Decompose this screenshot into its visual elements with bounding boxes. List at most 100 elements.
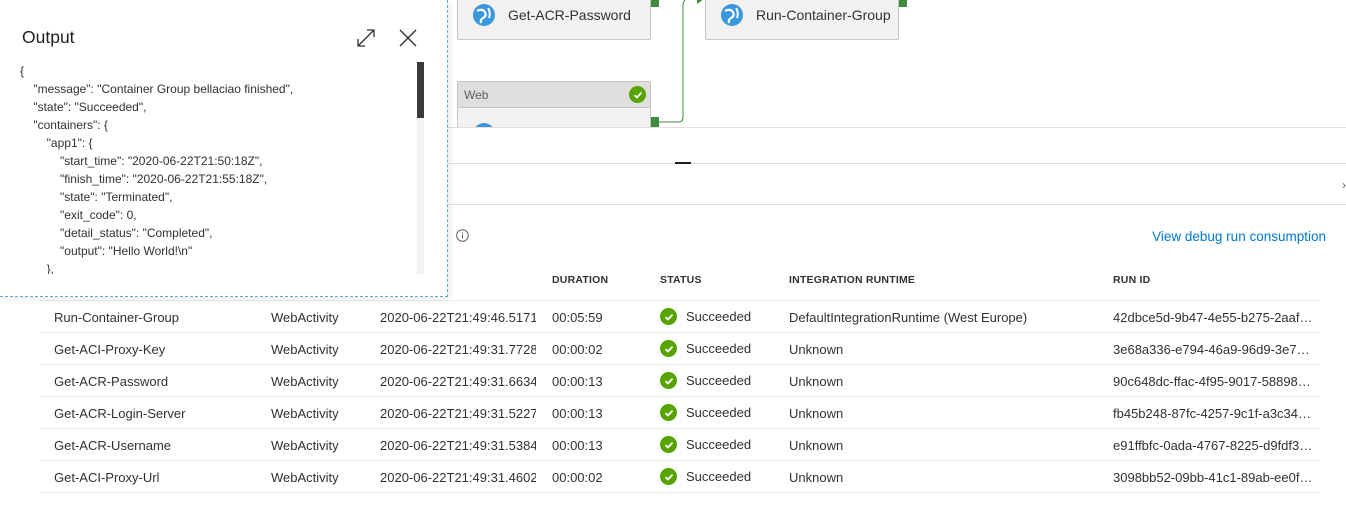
status-cell: Succeeded xyxy=(660,436,780,453)
output-flyout: Output { "message": "Container Group bel… xyxy=(0,0,448,297)
output-port[interactable] xyxy=(651,117,659,127)
table-row[interactable]: Get-ACR-Password WebActivity 2020-06-22T… xyxy=(40,365,1320,397)
activity-name[interactable]: Get-ACI-Proxy-Key xyxy=(54,342,254,357)
success-check-icon xyxy=(660,468,677,485)
json-line: "containers": { xyxy=(20,118,108,132)
activity-type: WebActivity xyxy=(271,406,339,421)
activity-run-container-group[interactable]: Run-Container-Group xyxy=(705,0,899,40)
status-cell: Succeeded xyxy=(660,468,780,485)
json-line: "finish_time": "2020-06-22T21:55:18Z", xyxy=(20,172,268,186)
run-start: 2020-06-22T21:49:31.66343 xyxy=(380,374,536,389)
activity-name[interactable]: Get-ACR-Username xyxy=(54,438,254,453)
json-line: "state": "Succeeded", xyxy=(20,100,147,114)
chevron-right-icon[interactable]: › xyxy=(1342,178,1346,192)
integration-runtime: DefaultIntegrationRuntime (West Europe) xyxy=(789,310,1028,325)
table-row[interactable]: Get-ACR-Login-Server WebActivity 2020-06… xyxy=(40,397,1320,429)
run-start: 2020-06-22T21:49:31.46029 xyxy=(380,470,536,485)
column-header-run-id[interactable]: RUN ID xyxy=(1113,274,1150,286)
run-id: 3098bb52-09bb-41c1-89ab-ee0f… xyxy=(1113,470,1313,485)
web-globe-icon xyxy=(721,4,743,26)
status-cell: Succeeded xyxy=(660,340,780,357)
success-check-icon xyxy=(629,86,646,103)
close-icon[interactable] xyxy=(397,27,419,49)
output-json-viewer[interactable]: { "message": "Container Group bellaciao … xyxy=(20,62,415,274)
column-header-status[interactable]: STATUS xyxy=(660,274,702,286)
integration-runtime: Unknown xyxy=(789,406,844,421)
activity-type: WebActivity xyxy=(271,342,339,357)
duration: 00:00:13 xyxy=(552,438,603,453)
status-cell: Succeeded xyxy=(660,404,780,421)
json-line: "detail_status": "Completed", xyxy=(20,226,213,240)
run-id: 3e68a336-e794-46a9-96d9-3e71… xyxy=(1113,342,1313,357)
table-row[interactable]: Get-ACR-Username WebActivity 2020-06-22T… xyxy=(40,429,1320,461)
info-icon[interactable] xyxy=(456,229,469,242)
activity-header: Web xyxy=(458,82,650,108)
column-header-integration-runtime[interactable]: INTEGRATION RUNTIME xyxy=(789,274,915,286)
status-text: Succeeded xyxy=(686,437,752,452)
activity-type-label: Web xyxy=(464,87,489,102)
web-globe-icon xyxy=(473,4,495,26)
view-debug-run-consumption-link[interactable]: View debug run consumption xyxy=(1152,229,1326,244)
table-row[interactable]: Run-Container-Group WebActivity 2020-06-… xyxy=(40,301,1320,333)
json-line: "app1": { xyxy=(20,136,93,150)
activity-name[interactable]: Run-Container-Group xyxy=(54,310,254,325)
success-check-icon xyxy=(660,340,677,357)
flyout-title: Output xyxy=(22,27,75,47)
table-row[interactable]: Get-ACI-Proxy-Url WebActivity 2020-06-22… xyxy=(40,461,1320,493)
output-port[interactable] xyxy=(899,0,907,7)
success-check-icon xyxy=(660,372,677,389)
json-line: "state": "Terminated", xyxy=(20,190,173,204)
integration-runtime: Unknown xyxy=(789,342,844,357)
run-start: 2020-06-22T21:49:46.51717 xyxy=(380,310,536,325)
run-start: 2020-06-22T21:49:31.53843 xyxy=(380,438,536,453)
column-header-duration[interactable]: DURATION xyxy=(552,274,608,286)
duration: 00:00:13 xyxy=(552,374,603,389)
activity-name[interactable]: Get-ACR-Password xyxy=(54,374,254,389)
activity-type: WebActivity xyxy=(271,470,339,485)
duration: 00:00:02 xyxy=(552,470,603,485)
activity-type: WebActivity xyxy=(271,310,339,325)
activity-type: WebActivity xyxy=(271,438,339,453)
status-text: Succeeded xyxy=(686,469,752,484)
output-port[interactable] xyxy=(651,0,659,7)
run-id: 42dbce5d-9b47-4e55-b275-2aaf… xyxy=(1113,310,1313,325)
activity-get-acr-password[interactable]: Get-ACR-Password xyxy=(457,0,651,40)
duration: 00:05:59 xyxy=(552,310,603,325)
status-text: Succeeded xyxy=(686,405,752,420)
status-text: Succeeded xyxy=(686,373,752,388)
activity-label: Run-Container-Group xyxy=(756,7,891,23)
run-id: e91ffbfc-0ada-4767-8225-d9fdf3… xyxy=(1113,438,1313,453)
json-line: { xyxy=(20,64,25,78)
expand-icon[interactable] xyxy=(355,27,377,49)
json-line: "output": "Hello World!\n" xyxy=(20,244,193,258)
activity-name[interactable]: Get-ACI-Proxy-Url xyxy=(54,470,254,485)
status-cell: Succeeded xyxy=(660,308,780,325)
success-check-icon xyxy=(660,404,677,421)
activity-label: Get-ACR-Password xyxy=(508,7,631,23)
status-text: Succeeded xyxy=(686,309,752,324)
activity-type: WebActivity xyxy=(271,374,339,389)
success-check-icon xyxy=(660,436,677,453)
run-start: 2020-06-22T21:49:31.77280 xyxy=(380,342,536,357)
success-check-icon xyxy=(660,308,677,325)
integration-runtime: Unknown xyxy=(789,374,844,389)
json-line: "message": "Container Group bellaciao fi… xyxy=(20,82,294,96)
activity-web[interactable]: Web xyxy=(457,81,651,127)
integration-runtime: Unknown xyxy=(789,470,844,485)
json-line: }, xyxy=(20,262,55,274)
duration: 00:00:13 xyxy=(552,406,603,421)
integration-runtime: Unknown xyxy=(789,438,844,453)
scrollbar-track[interactable] xyxy=(417,62,424,274)
table-row[interactable]: Get-ACI-Proxy-Key WebActivity 2020-06-22… xyxy=(40,333,1320,365)
json-line: "exit_code": 0, xyxy=(20,208,137,222)
run-id: 90c648dc-ffac-4f95-9017-58898… xyxy=(1113,374,1311,389)
json-line: "start_time": "2020-06-22T21:50:18Z", xyxy=(20,154,263,168)
duration: 00:00:02 xyxy=(552,342,603,357)
scrollbar-thumb[interactable] xyxy=(417,62,424,118)
run-start: 2020-06-22T21:49:31.52279 xyxy=(380,406,536,421)
connector-arrow-icon xyxy=(697,0,704,4)
status-cell: Succeeded xyxy=(660,372,780,389)
status-text: Succeeded xyxy=(686,341,752,356)
activity-name[interactable]: Get-ACR-Login-Server xyxy=(54,406,254,421)
run-id: fb45b248-87fc-4257-9c1f-a3c34… xyxy=(1113,406,1312,421)
